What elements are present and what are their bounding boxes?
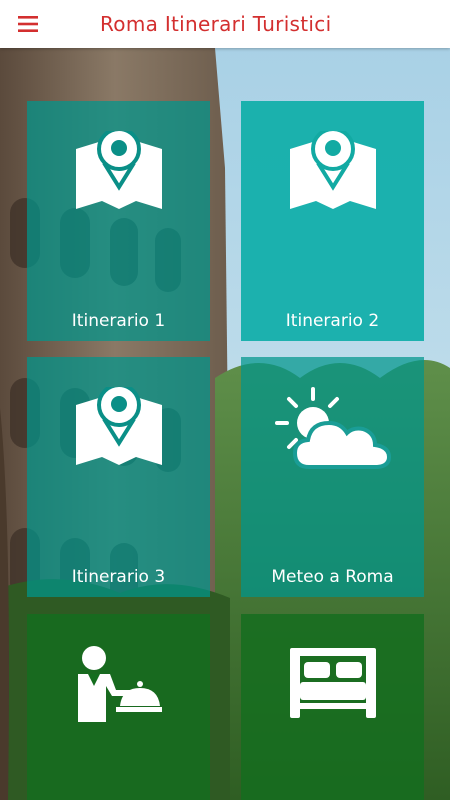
tile-label: Meteo a Roma [271, 567, 394, 587]
map-pin-icon [288, 127, 378, 218]
menu-button[interactable] [0, 0, 56, 48]
bed-icon [289, 648, 376, 723]
tile-meteo-a-roma[interactable]: Meteo a Roma [241, 357, 424, 597]
tile-itinerario-2[interactable]: Itinerario 2 [241, 101, 424, 341]
tile-itinerario-3[interactable]: Itinerario 3 [27, 357, 210, 597]
tile-label: Itinerario 1 [71, 311, 166, 331]
tile-hotel[interactable] [241, 614, 424, 800]
tile-label: Itinerario 2 [285, 311, 380, 331]
map-pin-icon [74, 383, 164, 474]
tile-ristoranti[interactable] [27, 614, 210, 800]
map-pin-icon [74, 127, 164, 218]
app-bar: Roma Itinerari Turistici [0, 0, 450, 48]
weather-sun-cloud-icon [274, 387, 391, 482]
waiter-icon [76, 644, 162, 729]
tile-label: Itinerario 3 [71, 567, 166, 587]
app-title: Roma Itinerari Turistici [100, 12, 332, 36]
hamburger-menu-icon [18, 16, 38, 32]
tile-itinerario-1[interactable]: Itinerario 1 [27, 101, 210, 341]
